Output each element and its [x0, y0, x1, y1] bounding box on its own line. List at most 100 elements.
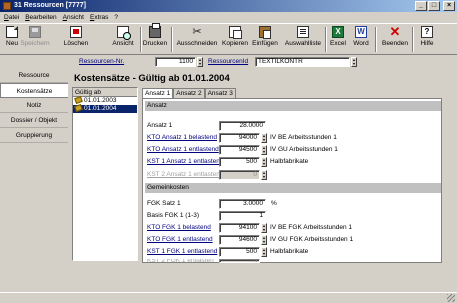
- paste-icon: [259, 26, 271, 39]
- kst2-ansatz-link: KST 2 Ansatz 1 entlasten: [147, 171, 220, 178]
- kto-fgk-entlastend-input[interactable]: 94600: [219, 235, 260, 245]
- toolbar-separator: [375, 27, 377, 52]
- printer-icon: [149, 23, 161, 38]
- fgk-satz-label: FGK Satz 1: [147, 200, 181, 207]
- kto-fgk-belastend-input[interactable]: 94100: [219, 223, 260, 233]
- fgk-satz-unit: %: [271, 200, 277, 207]
- close-icon[interactable]: ×: [443, 1, 455, 11]
- resource-nr-spinner[interactable]: [197, 57, 203, 67]
- exit-button[interactable]: ✕ Beenden: [380, 24, 410, 53]
- help-button[interactable]: ? Hilfe: [418, 26, 436, 53]
- kst1-ansatz-description: Halbfabrikate: [270, 158, 309, 165]
- kto-ansatz-belastend-spinner[interactable]: [261, 133, 267, 143]
- kst1-fgk-spinner[interactable]: [261, 247, 267, 257]
- status-bar: [0, 292, 457, 303]
- menu-extras[interactable]: Extras: [90, 12, 108, 23]
- word-icon: W: [355, 26, 367, 38]
- new-button[interactable]: Neu: [4, 26, 20, 53]
- kst1-fgk-description: Halbfabrikate: [270, 248, 309, 255]
- selection-list-button[interactable]: Auswahlliste: [283, 26, 323, 53]
- delete-icon: [70, 26, 82, 38]
- kst2-fgk-input: 0: [219, 259, 260, 263]
- tag-icon: [74, 95, 83, 105]
- tab-ansatz-2[interactable]: Ansatz 2: [173, 88, 205, 98]
- kto-ansatz-entlastend-spinner[interactable]: [261, 145, 267, 155]
- toolbar-separator: [412, 27, 414, 52]
- window-title: 31 Ressourcen [7777]: [14, 2, 86, 9]
- menu-bar: Datei Bearbeiten Ansicht Extras ?: [0, 12, 457, 23]
- kto-ansatz-belastend-description: IV BE Arbeitsstunden 1: [270, 134, 337, 141]
- kst1-fgk-input[interactable]: 500: [219, 247, 260, 257]
- kto-fgk-belastend-description: IV BE FGK Arbeitsstunden 1: [270, 224, 353, 231]
- tab-ansatz-1[interactable]: Ansatz 1: [142, 88, 174, 98]
- toolbar-separator: [171, 27, 173, 52]
- toolbar: Neu Speichern Löschen Ansicht Drucken ✂ A…: [0, 23, 457, 55]
- kst1-ansatz-input[interactable]: 500: [219, 157, 260, 167]
- copy-icon: [229, 26, 242, 39]
- word-button[interactable]: W Word: [351, 26, 371, 53]
- view-button[interactable]: Ansicht: [111, 26, 135, 53]
- menu-ansicht[interactable]: Ansicht: [63, 12, 84, 23]
- basis-fgk-input[interactable]: 1: [219, 211, 266, 221]
- resource-id-field[interactable]: TEXTILKONTR: [255, 57, 350, 67]
- kto-ansatz-entlastend-input[interactable]: 94500: [219, 145, 260, 155]
- kst1-ansatz-link[interactable]: KST 1 Ansatz 1 entlasten: [147, 157, 220, 167]
- validity-list-item[interactable]: 01.01.2004: [73, 103, 137, 113]
- record-bar: Ressourcen-Nr. 1100 RessourcenId TEXTILK…: [0, 56, 457, 68]
- maximize-icon[interactable]: □: [428, 1, 440, 11]
- print-button[interactable]: Drucken: [142, 23, 168, 53]
- save-button[interactable]: Speichern: [20, 26, 50, 53]
- copy-button[interactable]: Kopieren: [222, 26, 248, 53]
- resize-grip-icon[interactable]: [447, 294, 455, 302]
- window-controls: _ □ ×: [415, 1, 455, 11]
- menu-help[interactable]: ?: [114, 12, 118, 23]
- menu-bearbeiten[interactable]: Bearbeiten: [25, 12, 56, 23]
- kst2-fgk-link: KST 2 FGK 1 entlasten: [147, 259, 214, 263]
- ansatz-panel: Ansatz Ansatz 1 28.0000 KTO Ansatz 1 bel…: [142, 98, 442, 263]
- nav-item-kostensaetze[interactable]: Kostensätze: [0, 83, 68, 98]
- ansatz-1-input[interactable]: 28.0000: [219, 121, 266, 131]
- kto-ansatz-entlastend-description: IV GU Arbeitsstunden 1: [270, 146, 338, 153]
- cut-button[interactable]: ✂ Ausschneiden: [176, 26, 218, 53]
- kst1-fgk-link[interactable]: KST 1 FGK 1 entlastend: [147, 247, 217, 257]
- validity-list-header: Gültig ab: [73, 88, 137, 97]
- excel-button[interactable]: X Excel: [328, 26, 348, 53]
- minimize-icon[interactable]: _: [415, 1, 427, 11]
- kst2-ansatz-spinner: [261, 170, 267, 180]
- kto-ansatz-belastend-input[interactable]: 94000: [219, 133, 260, 143]
- exit-x-icon: ✕: [389, 24, 401, 39]
- resource-nr-field[interactable]: 1100: [155, 57, 196, 67]
- left-navigation: Ressource Kostensätze Notiz Dossier / Ob…: [0, 68, 68, 143]
- kto-fgk-entlastend-description: IV GU FGK Arbeitsstunden 1: [270, 236, 354, 243]
- paste-button[interactable]: Einfügen: [252, 26, 278, 53]
- resource-id-spinner[interactable]: [351, 57, 357, 67]
- kto-ansatz-entlastend-link[interactable]: KTO Ansatz 1 entlastend: [147, 145, 219, 155]
- fgk-satz-input[interactable]: 3.0000: [219, 199, 266, 209]
- resource-id-link[interactable]: RessourcenId: [208, 58, 248, 65]
- nav-item-ressource[interactable]: Ressource: [0, 68, 68, 83]
- section-gemeinkosten-header: Gemeinkosten: [145, 183, 441, 193]
- resource-nr-link[interactable]: Ressourcen-Nr.: [79, 58, 124, 65]
- kto-ansatz-belastend-link[interactable]: KTO Ansatz 1 belastend: [147, 133, 217, 143]
- validity-list: Gültig ab 01.01.2003 01.01.2004: [72, 87, 138, 261]
- scissors-icon: ✂: [192, 26, 202, 38]
- nav-item-dossier-objekt[interactable]: Dossier / Objekt: [0, 113, 68, 128]
- validity-list-item[interactable]: 01.01.2003: [73, 95, 137, 105]
- kto-fgk-entlastend-spinner[interactable]: [261, 235, 267, 245]
- kto-fgk-belastend-link[interactable]: KTO FGK 1 belastend: [147, 223, 211, 233]
- tab-ansatz-3[interactable]: Ansatz 3: [204, 88, 236, 98]
- kto-fgk-entlastend-link[interactable]: KTO FGK 1 entlastend: [147, 235, 213, 245]
- delete-button[interactable]: Löschen: [62, 26, 90, 53]
- app-icon: [3, 2, 11, 10]
- menu-datei[interactable]: Datei: [4, 12, 19, 23]
- nav-item-gruppierung[interactable]: Gruppierung: [0, 128, 68, 143]
- excel-icon: X: [332, 26, 344, 38]
- kst2-ansatz-input: 0: [219, 170, 260, 180]
- kto-fgk-belastend-spinner[interactable]: [261, 223, 267, 233]
- tag-icon: [74, 103, 83, 113]
- kst1-ansatz-spinner[interactable]: [261, 157, 267, 167]
- new-document-icon: [6, 26, 18, 38]
- title-bar: 31 Ressourcen [7777] _ □ ×: [0, 0, 457, 12]
- section-ansatz-header: Ansatz: [145, 101, 441, 111]
- nav-item-notiz[interactable]: Notiz: [0, 98, 68, 113]
